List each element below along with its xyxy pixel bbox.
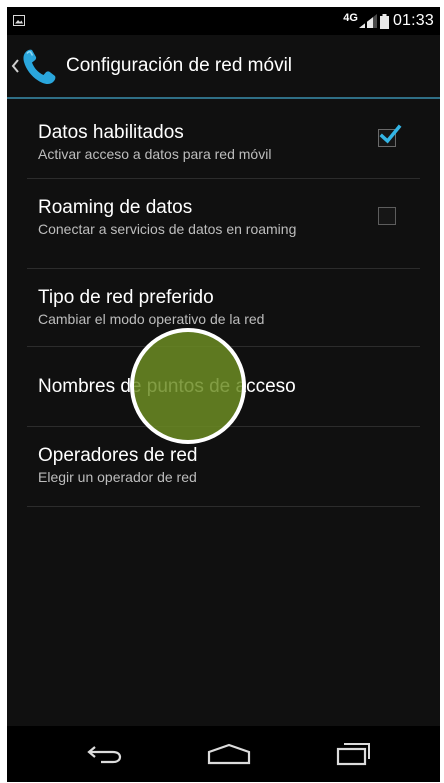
navigation-bar	[7, 726, 440, 782]
pref-tipo-de-red-preferido[interactable]: Tipo de red preferido Cambiar el modo op…	[7, 269, 440, 347]
signal-strength-icon	[358, 14, 377, 28]
screen-title: Configuración de red móvil	[66, 55, 293, 76]
pref-roaming-de-datos[interactable]: Roaming de datos Conectar a servicios de…	[7, 179, 440, 269]
pref-nombres-de-puntos-de-acceso[interactable]: Nombres de puntos de acceso	[7, 347, 440, 427]
home-icon	[207, 743, 251, 765]
image-notification-icon	[13, 15, 25, 26]
up-navigation-button[interactable]: Configuración de red móvil	[7, 35, 292, 97]
settings-list: Datos habilitados Activar acceso a datos…	[7, 99, 440, 507]
roaming-de-datos-checkbox[interactable]	[378, 207, 396, 225]
pref-title: Nombres de puntos de acceso	[38, 376, 296, 397]
pref-operadores-de-red[interactable]: Operadores de red Elegir un operador de …	[7, 427, 440, 507]
pref-summary: Activar acceso a datos para red móvil	[38, 146, 272, 162]
status-time: 01:33	[392, 12, 434, 29]
phone-screen: 4G 01:33 Configuración de red móvil Dato…	[7, 7, 440, 782]
pref-title: Operadores de red	[38, 445, 198, 466]
action-bar: Configuración de red móvil	[7, 35, 440, 99]
battery-icon	[379, 13, 389, 29]
pref-summary: Elegir un operador de red	[38, 469, 197, 485]
recent-apps-icon	[336, 743, 370, 766]
nav-home-button[interactable]	[189, 726, 269, 782]
nav-back-button[interactable]	[65, 726, 145, 782]
pref-summary: Cambiar el modo operativo de la red	[38, 311, 265, 327]
chevron-left-icon	[11, 59, 19, 73]
status-icons: 4G 01:33	[343, 10, 434, 32]
pref-title: Tipo de red preferido	[38, 287, 214, 308]
pref-datos-habilitados[interactable]: Datos habilitados Activar acceso a datos…	[7, 99, 440, 179]
phone-icon	[23, 49, 56, 85]
back-icon	[87, 746, 122, 764]
datos-habilitados-checkbox[interactable]	[378, 124, 402, 147]
network-type-label: 4G	[343, 12, 358, 24]
status-bar: 4G 01:33	[7, 7, 440, 35]
nav-recents-button[interactable]	[314, 726, 394, 782]
checkmark-icon	[379, 124, 402, 144]
pref-summary: Conectar a servicios de datos en roaming	[38, 221, 297, 237]
